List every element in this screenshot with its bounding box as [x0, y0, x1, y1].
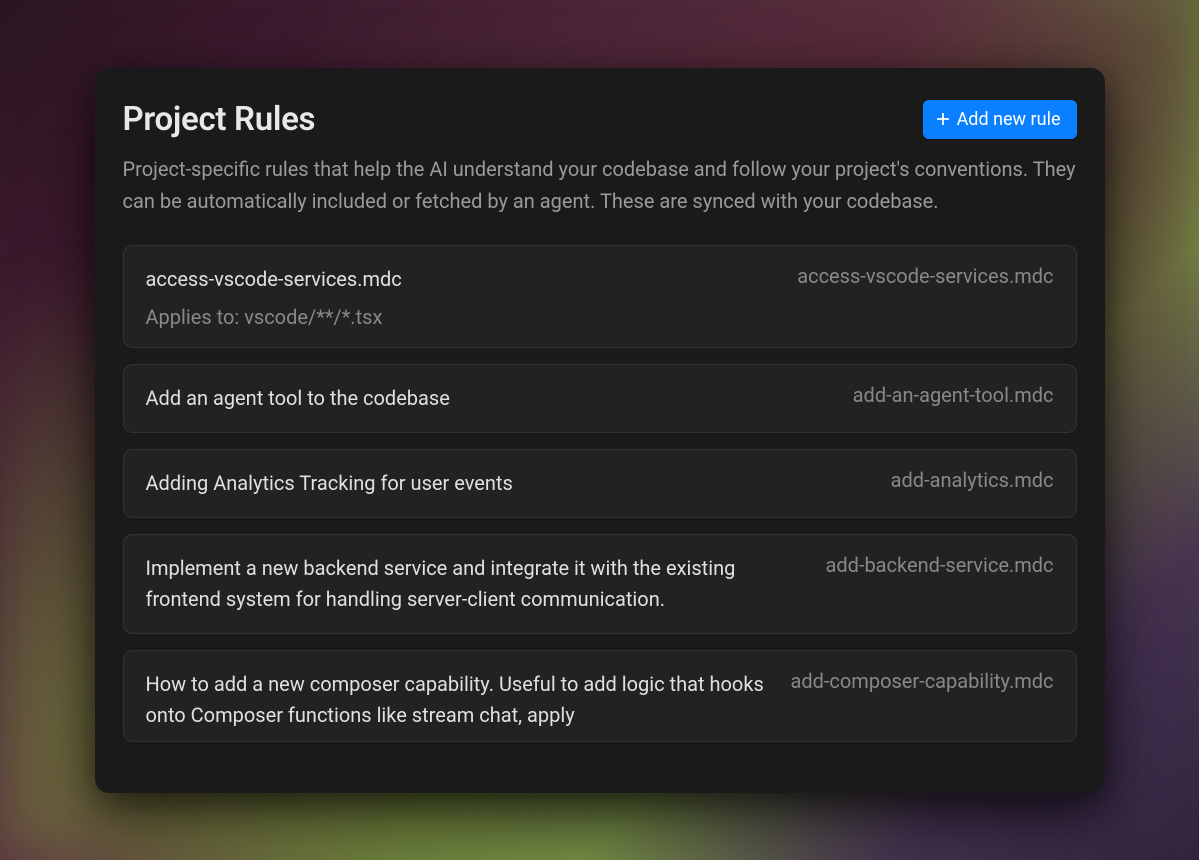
rule-filename: access-vscode-services.mdc: [797, 264, 1053, 288]
rule-card[interactable]: How to add a new composer capability. Us…: [123, 650, 1077, 742]
rules-list: access-vscode-services.mdc access-vscode…: [123, 245, 1077, 771]
rule-row: Implement a new backend service and inte…: [146, 553, 1054, 615]
rule-card[interactable]: Implement a new backend service and inte…: [123, 534, 1077, 634]
add-new-rule-button[interactable]: Add new rule: [923, 100, 1077, 139]
rule-card[interactable]: Add an agent tool to the codebase add-an…: [123, 364, 1077, 433]
plus-icon: [935, 111, 951, 127]
panel-header: Project Rules Add new rule: [123, 100, 1077, 139]
rule-filename: add-an-agent-tool.mdc: [853, 383, 1054, 407]
rule-row: access-vscode-services.mdc access-vscode…: [146, 264, 1054, 295]
rule-card[interactable]: access-vscode-services.mdc access-vscode…: [123, 245, 1077, 348]
page-title: Project Rules: [123, 100, 316, 139]
rule-title: access-vscode-services.mdc: [146, 264, 774, 295]
rule-row: Add an agent tool to the codebase add-an…: [146, 383, 1054, 414]
rule-row: Adding Analytics Tracking for user event…: [146, 468, 1054, 499]
rule-row: How to add a new composer capability. Us…: [146, 669, 1054, 731]
project-rules-panel: Project Rules Add new rule Project-speci…: [95, 68, 1105, 793]
rule-title: Adding Analytics Tracking for user event…: [146, 468, 867, 499]
rule-filename: add-composer-capability.mdc: [790, 669, 1053, 693]
rule-title: Add an agent tool to the codebase: [146, 383, 829, 414]
rule-card[interactable]: Adding Analytics Tracking for user event…: [123, 449, 1077, 518]
rule-filename: add-analytics.mdc: [891, 468, 1054, 492]
rule-filename: add-backend-service.mdc: [825, 553, 1053, 577]
panel-description: Project-specific rules that help the AI …: [123, 153, 1077, 217]
rule-title: How to add a new composer capability. Us…: [146, 669, 767, 731]
rule-title: Implement a new backend service and inte…: [146, 553, 802, 615]
add-button-label: Add new rule: [957, 109, 1061, 130]
rule-applies-to: Applies to: vscode/**/*.tsx: [146, 305, 1054, 329]
